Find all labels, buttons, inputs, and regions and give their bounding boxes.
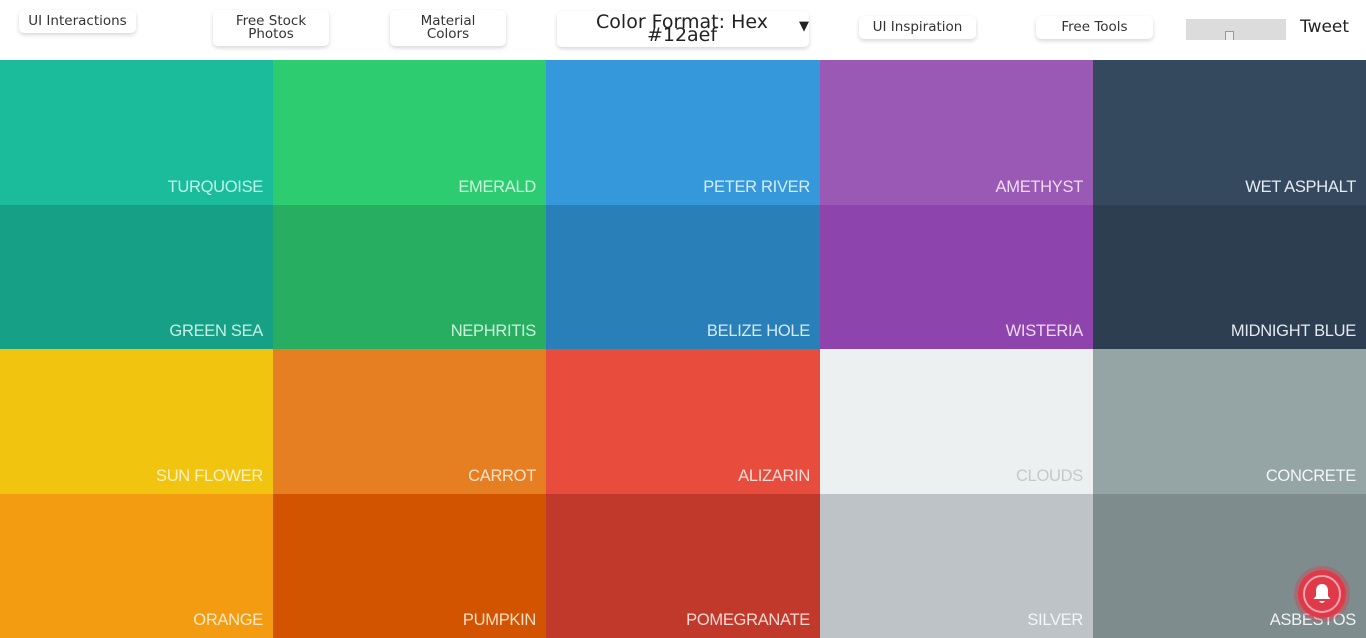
color-tile-silver[interactable]: Silver	[820, 494, 1093, 638]
color-tile-label: Sun Flower	[155, 467, 263, 485]
color-tile-amethyst[interactable]: Amethyst	[820, 60, 1093, 205]
color-tile-emerald[interactable]: Emerald	[273, 60, 546, 205]
color-tile-label: Wisteria	[1005, 322, 1084, 340]
color-tile-label: Peter River	[703, 178, 810, 196]
flat-color-palette-grid: Turquoise Emerald Peter River Amethyst Wet A…	[0, 60, 1366, 638]
color-tile-concrete[interactable]: Concrete	[1093, 349, 1366, 494]
ui-interactions-button[interactable]: UI Interactions	[19, 10, 136, 33]
color-tile-label: Concrete	[1265, 467, 1356, 485]
color-tile-turquoise[interactable]: Turquoise	[0, 60, 273, 205]
broken-image-icon	[1224, 31, 1234, 40]
color-tile-label: Alizarin	[738, 467, 810, 485]
color-tile-label: Silver	[1027, 611, 1083, 629]
ui-inspiration-button[interactable]: UI Inspiration	[859, 16, 976, 39]
color-tile-pomegranate[interactable]: Pomegranate	[546, 494, 820, 638]
color-tile-wet-asphalt[interactable]: Wet Asphalt	[1093, 60, 1366, 205]
color-tile-wisteria[interactable]: Wisteria	[820, 205, 1093, 349]
color-tile-nephritis[interactable]: Nephritis	[273, 205, 546, 349]
caret-down-icon: ▼	[799, 18, 809, 34]
color-tile-label: Turquoise	[167, 178, 264, 196]
top-navigation-bar: UI Interactions Free Stock Photos Materi…	[0, 0, 1366, 60]
color-tile-label: Clouds	[1016, 467, 1083, 485]
color-tile-label: Nephritis	[450, 322, 537, 340]
color-format-label: Color Format: Hex #12aef	[596, 11, 768, 46]
free-tools-button[interactable]: Free Tools	[1036, 16, 1153, 39]
color-format-dropdown[interactable]: Color Format: Hex #12aef ▼	[557, 11, 809, 47]
color-tile-sun-flower[interactable]: Sun Flower	[0, 349, 273, 494]
color-tile-label: Pomegranate	[686, 611, 810, 629]
color-tile-label: Belize Hole	[706, 322, 810, 340]
free-stock-photos-button[interactable]: Free Stock Photos	[213, 10, 329, 46]
material-colors-button[interactable]: Material Colors	[390, 10, 506, 46]
color-tile-label: Amethyst	[995, 178, 1084, 196]
tweet-button[interactable]: Tweet	[1300, 17, 1349, 37]
color-tile-label: Emerald	[458, 178, 536, 196]
bell-icon	[1313, 584, 1331, 603]
color-tile-clouds[interactable]: Clouds	[820, 349, 1093, 494]
color-tile-green-sea[interactable]: Green Sea	[0, 205, 273, 349]
color-tile-peter-river[interactable]: Peter River	[546, 60, 820, 205]
notification-bell-button[interactable]	[1298, 570, 1346, 618]
color-tile-label: Pumpkin	[462, 611, 536, 629]
color-tile-alizarin[interactable]: Alizarin	[546, 349, 820, 494]
color-tile-carrot[interactable]: Carrot	[273, 349, 546, 494]
color-tile-belize-hole[interactable]: Belize Hole	[546, 205, 820, 349]
color-tile-orange[interactable]: Orange	[0, 494, 273, 638]
color-tile-midnight-blue[interactable]: Midnight Blue	[1093, 205, 1366, 349]
color-tile-label: Carrot	[468, 467, 536, 485]
color-tile-pumpkin[interactable]: Pumpkin	[273, 494, 546, 638]
color-tile-label: Orange	[193, 611, 263, 629]
broken-image-placeholder	[1186, 19, 1286, 40]
color-tile-label: Wet Asphalt	[1245, 178, 1356, 196]
color-tile-label: Green Sea	[169, 322, 263, 340]
color-tile-label: Midnight Blue	[1230, 322, 1356, 340]
